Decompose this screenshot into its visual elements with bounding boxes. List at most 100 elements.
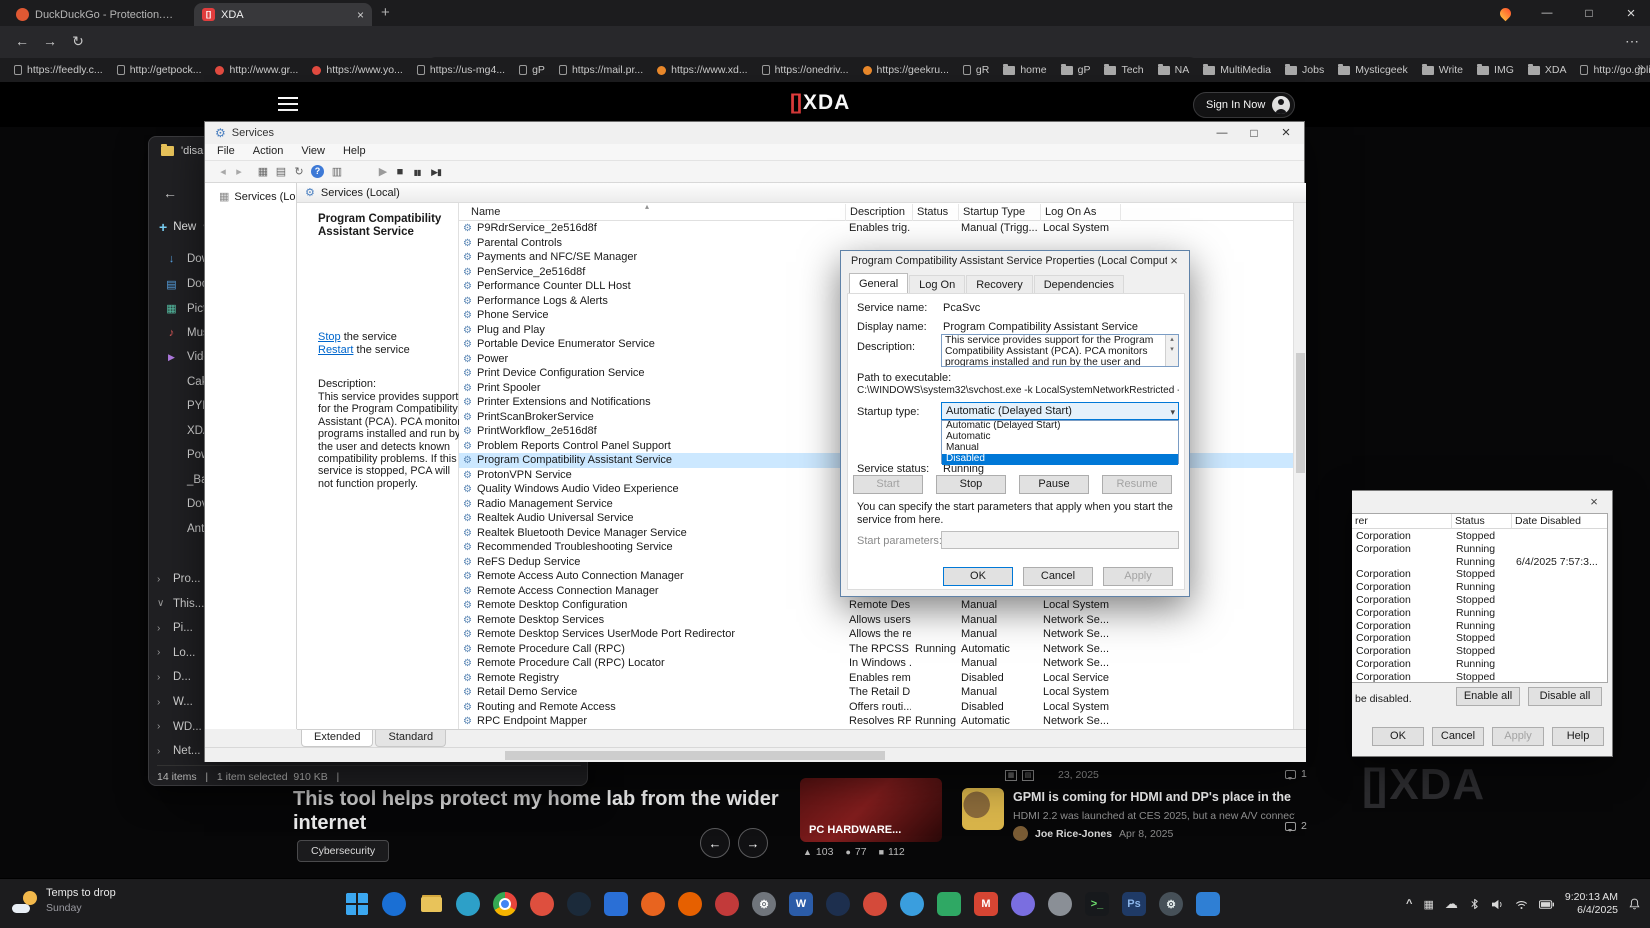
tree-root-services-local[interactable]: Services (Local) [205,183,296,203]
hero-title-line1[interactable]: This tool helps protect my home lab from… [293,788,779,811]
pause-button[interactable]: Pause [1019,475,1089,494]
tab-xda[interactable]: [] XDA [194,3,372,26]
sign-in-button[interactable]: Sign In Now [1193,92,1295,118]
weather-headline[interactable]: Temps to drop [46,887,116,899]
comment-count[interactable]: 2 [1285,820,1307,832]
bookmark-item[interactable]: Jobs [1279,60,1330,80]
window-minimize-button[interactable] [1528,0,1566,26]
new-tab-button[interactable] [381,4,390,21]
reload-icon[interactable] [68,33,88,51]
service-row[interactable]: P9RdrService_2e516d8f Enables trig... Ma… [459,221,1293,236]
dialog-close-icon[interactable] [1582,493,1606,511]
back-icon[interactable] [12,33,32,51]
bookmark-item[interactable]: http://getpock... [111,60,208,80]
menu-item[interactable]: File [209,144,243,160]
bookmark-item[interactable]: NA [1152,60,1196,80]
settings-icon[interactable]: ⚙ [752,892,776,916]
bookmark-item[interactable]: https://mail.pr... [553,60,649,80]
bookmark-item[interactable]: https://feedly.c... [8,60,109,80]
bookmark-item[interactable]: Mysticgeek [1332,60,1414,80]
article-thumbnail[interactable] [962,788,1004,830]
dialog-tab[interactable]: General [849,273,908,293]
column-header-name[interactable]: Name [459,204,846,221]
dialog-tab[interactable]: Log On [909,275,965,293]
hidden-icons-chevron-icon[interactable] [1406,898,1412,910]
maximize-button[interactable] [1238,122,1270,143]
flame-icon[interactable] [1486,0,1524,26]
chevron-icon[interactable]: › [157,697,166,708]
bookmark-item[interactable]: gP [1055,60,1097,80]
hamburger-menu-icon[interactable] [278,97,298,111]
author-name[interactable]: Joe Rice-Jones [1035,828,1112,840]
bookmark-item[interactable]: https://www.xd... [651,60,753,80]
bookmark-item[interactable]: http://www.gr... [209,60,304,80]
photoshop-icon[interactable]: Ps [1122,892,1146,916]
msconfig-service-row[interactable]: Corporation Stopped [1352,594,1608,607]
word-icon[interactable]: W [789,892,813,916]
msconfig-service-row[interactable]: Corporation Running [1352,543,1608,556]
window-maximize-button[interactable] [1570,0,1608,26]
msconfig-service-row[interactable]: Corporation Stopped [1352,530,1608,543]
grid-view-icon[interactable]: ▦ [1005,770,1017,781]
msconfig-service-row[interactable]: Corporation Stopped [1352,632,1608,645]
forward-icon[interactable] [40,33,60,51]
hero-tag-button[interactable]: Cybersecurity [297,840,389,862]
ok-button[interactable]: OK [1372,727,1424,746]
taskbar-app-icon[interactable] [1011,892,1035,916]
dialog-close-icon[interactable] [1159,251,1189,271]
start-button[interactable] [345,892,369,916]
help-icon[interactable] [311,165,324,178]
services-title-bar[interactable]: Services [205,122,1304,144]
tree-item[interactable]: › D... [157,671,191,683]
tree-item[interactable]: ∨ This... [157,598,204,610]
stop-service-icon[interactable] [392,164,408,180]
bookmark-item[interactable]: MultiMedia [1197,60,1277,80]
bookmark-item[interactable]: https://onedriv... [756,60,855,80]
column-header-date-disabled[interactable]: Date Disabled [1512,514,1608,529]
article-title[interactable]: GPMI is coming for HDMI and DP's place i… [1013,790,1295,804]
bookmark-item[interactable]: home [997,60,1052,80]
bookmark-item[interactable]: https://us-mg4... [411,60,511,80]
bookmarks-overflow-icon[interactable] [1637,60,1644,74]
taskbar-app-icon[interactable] [715,892,739,916]
taskbar-app-icon[interactable] [567,892,591,916]
chevron-icon[interactable]: › [157,672,166,683]
browser-menu-icon[interactable] [1622,33,1642,51]
carousel-prev-button[interactable] [700,828,730,858]
view-tab[interactable]: Extended [301,730,373,747]
tree-item[interactable]: › Pi... [157,622,193,634]
msconfig-service-row[interactable]: Running 6/4/2025 7:57:3... [1352,556,1608,569]
vertical-scrollbar[interactable] [1293,203,1306,729]
bookmark-item[interactable]: gR [957,60,995,80]
tree-item[interactable]: › Lo... [157,647,195,659]
start-service-icon[interactable] [375,164,391,180]
startup-type-combobox[interactable]: Automatic (Delayed Start) [941,402,1179,420]
menu-item[interactable]: Help [335,144,374,160]
taskbar-app-icon[interactable] [826,892,850,916]
column-header-log-on-as[interactable]: Log On As [1041,204,1121,221]
service-row[interactable]: RPC Endpoint Mapper Resolves RP... Runni… [459,714,1293,729]
carousel-card[interactable]: PC HARDWARE... [800,778,942,842]
dropdown-option[interactable]: Disabled [942,454,1178,465]
column-header-startup-type[interactable]: Startup Type [959,204,1041,221]
service-row[interactable]: Retail Demo Service The Retail D... Manu… [459,685,1293,700]
bookmark-item[interactable]: https://www.yo... [306,60,408,80]
dialog-tab[interactable]: Dependencies [1034,275,1124,293]
start-button[interactable]: Start [853,475,923,494]
chrome-icon[interactable] [493,892,517,916]
column-header-description[interactable]: Description [846,204,913,221]
tree-item[interactable]: › WD... [157,721,202,733]
tree-item[interactable]: › W... [157,696,193,708]
terminal-icon[interactable]: >_ [1085,892,1109,916]
help-button[interactable]: Help [1552,727,1604,746]
field-scrollbar[interactable]: ▴▾ [1165,335,1178,366]
service-row[interactable]: Remote Procedure Call (RPC) The RPCSS s.… [459,642,1293,657]
edge-icon[interactable] [456,892,480,916]
hero-title-line2[interactable]: internet [293,812,366,835]
msconfig-service-row[interactable]: Corporation Stopped [1352,568,1608,581]
disable-all-button[interactable]: Disable all [1528,687,1602,706]
service-row[interactable]: Remote Registry Enables rem... Disabled … [459,671,1293,686]
stop-service-link[interactable]: Stop [318,331,341,343]
dropdown-option[interactable]: Automatic (Delayed Start) [942,421,1178,432]
msconfig-service-row[interactable]: Corporation Running [1352,581,1608,594]
